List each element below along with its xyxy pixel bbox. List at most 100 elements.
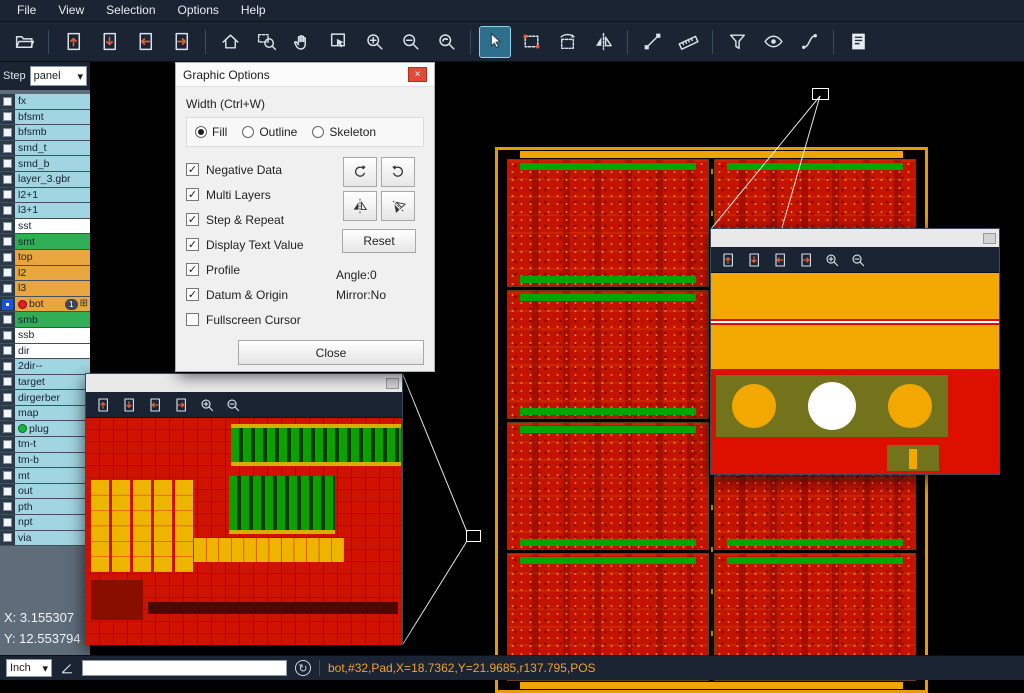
- doc-arrow-down-button[interactable]: [118, 394, 140, 416]
- menu-item-file[interactable]: File: [6, 1, 47, 20]
- layer-row-bot[interactable]: bot1⊞: [0, 297, 90, 313]
- doc-arrow-left-button[interactable]: [130, 27, 160, 57]
- layer-row-dirgerber[interactable]: dirgerber: [0, 390, 90, 406]
- layer-row-smb[interactable]: smb: [0, 312, 90, 328]
- layer-checkbox[interactable]: [0, 484, 15, 499]
- layer-row-plug[interactable]: plug: [0, 421, 90, 437]
- step-select[interactable]: panel ▾: [30, 66, 87, 86]
- zoom-in-button[interactable]: [359, 27, 389, 57]
- rotate-ccw-button[interactable]: [381, 157, 415, 187]
- layer-checkbox[interactable]: [0, 515, 15, 530]
- layer-checkbox[interactable]: [0, 328, 15, 343]
- layer-row-l2+1[interactable]: l2+1: [0, 188, 90, 204]
- layer-row-layer_3.gbr[interactable]: layer_3.gbr: [0, 172, 90, 188]
- rotate-cw-button[interactable]: [343, 157, 377, 187]
- layer-checkbox[interactable]: [0, 531, 15, 546]
- layer-checkbox[interactable]: [0, 297, 15, 312]
- zoom-in-button[interactable]: [196, 394, 218, 416]
- layer-checkbox[interactable]: [0, 344, 15, 359]
- home-button[interactable]: [215, 27, 245, 57]
- command-input[interactable]: [82, 660, 287, 676]
- mirror-tool-button[interactable]: [588, 27, 618, 57]
- dialog-close-icon[interactable]: ×: [408, 67, 427, 82]
- doc-arrow-up-button[interactable]: [58, 27, 88, 57]
- layer-row-l2[interactable]: l2: [0, 266, 90, 282]
- doc-arrow-up-button[interactable]: [92, 394, 114, 416]
- layer-row-tm-t[interactable]: tm-t: [0, 437, 90, 453]
- checkbox-datum-origin[interactable]: ✓Datum & Origin: [186, 282, 334, 307]
- layer-row-smt[interactable]: smt: [0, 234, 90, 250]
- radio-outline[interactable]: Outline: [242, 125, 297, 139]
- doc-arrow-left-button[interactable]: [769, 249, 791, 271]
- net-trace-button[interactable]: [794, 27, 824, 57]
- layer-row-smd_t[interactable]: smd_t: [0, 141, 90, 157]
- doc-arrow-down-button[interactable]: [94, 27, 124, 57]
- layer-row-tm-b[interactable]: tm-b: [0, 453, 90, 469]
- layer-checkbox[interactable]: [0, 281, 15, 296]
- layer-row-2dir--[interactable]: 2dir--: [0, 359, 90, 375]
- layer-checkbox[interactable]: [0, 437, 15, 452]
- unit-select[interactable]: Inch ▾: [6, 659, 52, 677]
- layer-checkbox[interactable]: [0, 499, 15, 514]
- layer-checkbox[interactable]: [0, 219, 15, 234]
- layer-row-map[interactable]: map: [0, 406, 90, 422]
- layer-checkbox[interactable]: [0, 359, 15, 374]
- magnifier-window-button[interactable]: [386, 378, 399, 389]
- pan-hand-button[interactable]: [287, 27, 317, 57]
- doc-arrow-up-button[interactable]: [717, 249, 739, 271]
- layer-row-l3+1[interactable]: l3+1: [0, 203, 90, 219]
- layer-checkbox[interactable]: [0, 406, 15, 421]
- dialog-titlebar[interactable]: Graphic Options ×: [176, 63, 434, 87]
- select-rect-button[interactable]: [516, 27, 546, 57]
- layer-checkbox[interactable]: [0, 266, 15, 281]
- layer-row-sst[interactable]: sst: [0, 219, 90, 235]
- doc-arrow-right-button[interactable]: [166, 27, 196, 57]
- zoom-out-button[interactable]: [395, 27, 425, 57]
- checkbox-profile[interactable]: ✓Profile: [186, 257, 334, 282]
- menu-item-help[interactable]: Help: [230, 1, 277, 20]
- transform-rect-button[interactable]: [552, 27, 582, 57]
- checkbox-negative-data[interactable]: ✓Negative Data: [186, 157, 334, 182]
- zoom-in-button[interactable]: [821, 249, 843, 271]
- mirror-diag-button[interactable]: [381, 191, 415, 221]
- checkbox-display-text-value[interactable]: ✓Display Text Value: [186, 232, 334, 257]
- zoom-out-button[interactable]: [847, 249, 869, 271]
- layer-row-bfsmb[interactable]: bfsmb: [0, 125, 90, 141]
- menu-item-selection[interactable]: Selection: [95, 1, 166, 20]
- eye-button[interactable]: [758, 27, 788, 57]
- layer-row-ssb[interactable]: ssb: [0, 328, 90, 344]
- zoom-previous-button[interactable]: [431, 27, 461, 57]
- sync-icon[interactable]: ↻: [295, 660, 311, 676]
- menu-item-options[interactable]: Options: [167, 1, 230, 20]
- line-tool-button[interactable]: [637, 27, 667, 57]
- layer-row-top[interactable]: top: [0, 250, 90, 266]
- filter-button[interactable]: [722, 27, 752, 57]
- checkbox-fullscreen-cursor[interactable]: Fullscreen Cursor: [186, 307, 334, 332]
- layer-checkbox[interactable]: [0, 156, 15, 171]
- layer-checkbox[interactable]: [0, 390, 15, 405]
- magnifier-titlebar[interactable]: [86, 374, 402, 392]
- layer-checkbox[interactable]: [0, 312, 15, 327]
- mirror-h-button[interactable]: [343, 191, 377, 221]
- open-folder-button[interactable]: [9, 27, 39, 57]
- layer-row-via[interactable]: via: [0, 531, 90, 547]
- report-button[interactable]: [843, 27, 873, 57]
- layer-row-bfsmt[interactable]: bfsmt: [0, 110, 90, 126]
- zoom-out-button[interactable]: [222, 394, 244, 416]
- layer-row-fx[interactable]: fx: [0, 94, 90, 110]
- layer-checkbox[interactable]: [0, 250, 15, 265]
- doc-arrow-right-button[interactable]: [170, 394, 192, 416]
- cursor-select-button[interactable]: [480, 27, 510, 57]
- zoom-region-button[interactable]: [251, 27, 281, 57]
- layer-checkbox[interactable]: [0, 110, 15, 125]
- layer-checkbox[interactable]: [0, 453, 15, 468]
- checkbox-step-repeat[interactable]: ✓Step & Repeat: [186, 207, 334, 232]
- layer-row-npt[interactable]: npt: [0, 515, 90, 531]
- layer-checkbox[interactable]: [0, 94, 15, 109]
- layer-checkbox[interactable]: [0, 172, 15, 187]
- layer-row-smd_b[interactable]: smd_b: [0, 156, 90, 172]
- checkbox-multi-layers[interactable]: ✓Multi Layers: [186, 182, 334, 207]
- reset-button[interactable]: Reset: [342, 229, 416, 253]
- magnifier-titlebar[interactable]: [711, 229, 999, 247]
- layer-row-out[interactable]: out: [0, 484, 90, 500]
